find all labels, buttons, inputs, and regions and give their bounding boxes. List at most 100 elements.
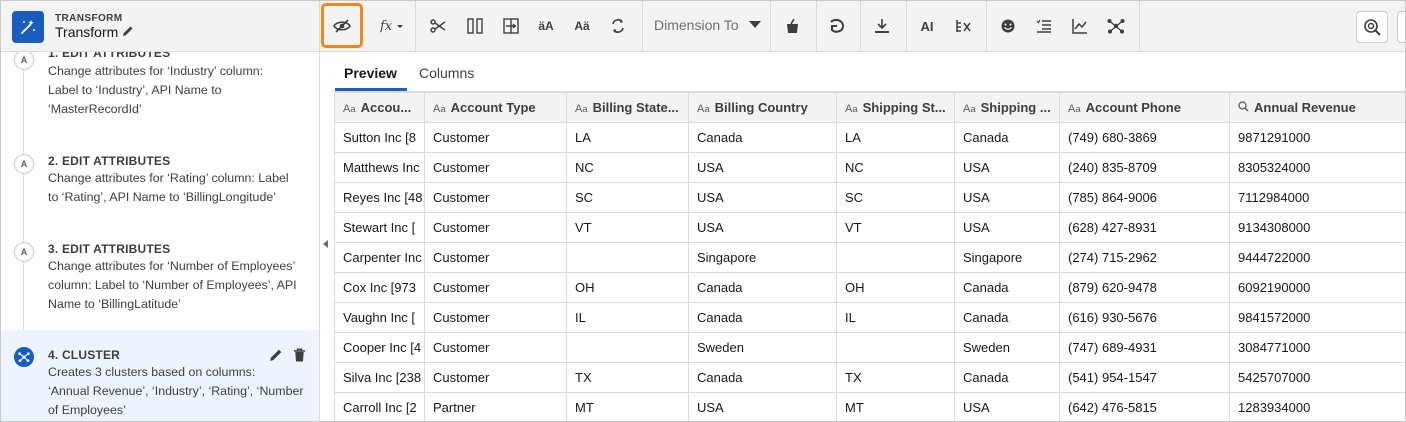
step-edit-attributes-2[interactable]: A 2. EDIT ATTRIBUTES Change attributes f…: [1, 144, 319, 216]
table-cell[interactable]: IL: [836, 302, 955, 333]
table-cell[interactable]: VT: [566, 212, 689, 243]
table-cell[interactable]: Customer: [424, 302, 567, 333]
table-cell[interactable]: Customer: [424, 212, 567, 243]
table-cell[interactable]: TX: [566, 362, 689, 393]
table-cell[interactable]: (642) 476-5815: [1059, 392, 1230, 421]
table-cell[interactable]: Customer: [424, 182, 567, 213]
formula-button[interactable]: fx: [378, 13, 406, 39]
table-cell[interactable]: USA: [688, 152, 837, 183]
predict-button[interactable]: [824, 13, 850, 39]
case-button[interactable]: Aä: [569, 13, 595, 39]
table-cell[interactable]: USA: [954, 152, 1060, 183]
edit-attributes-button[interactable]: AI: [914, 13, 940, 39]
table-cell[interactable]: IL: [566, 302, 689, 333]
table-cell[interactable]: 3084771000: [1229, 332, 1405, 363]
column-header[interactable]: Aa Account Type: [424, 92, 567, 123]
table-cell[interactable]: NC: [566, 152, 689, 183]
table-cell[interactable]: 9841572000: [1229, 302, 1405, 333]
table-cell[interactable]: Canada: [954, 272, 1060, 303]
table-cell[interactable]: Customer: [424, 362, 567, 393]
time-series-button[interactable]: [1031, 13, 1057, 39]
drop-columns-button[interactable]: [950, 13, 976, 39]
hide-button[interactable]: [321, 3, 363, 48]
table-cell[interactable]: OH: [836, 272, 955, 303]
column-header[interactable]: Aa Shipping ...: [954, 92, 1060, 123]
tab-columns[interactable]: Columns: [419, 65, 474, 81]
table-cell[interactable]: USA: [688, 212, 837, 243]
table-cell[interactable]: (785) 864-9006: [1059, 182, 1230, 213]
table-cell[interactable]: Canada: [688, 302, 837, 333]
split-button[interactable]: [425, 13, 451, 39]
table-cell[interactable]: Customer: [424, 122, 567, 153]
table-cell[interactable]: (240) 835-8709: [1059, 152, 1230, 183]
table-cell[interactable]: Canada: [688, 362, 837, 393]
table-cell[interactable]: [566, 242, 689, 273]
table-cell[interactable]: [566, 332, 689, 363]
column-header[interactable]: Aa Account Phone: [1059, 92, 1230, 123]
bucket-button[interactable]: [780, 13, 806, 39]
table-cell[interactable]: VT: [836, 212, 955, 243]
table-cell[interactable]: Partner: [424, 392, 567, 421]
table-cell[interactable]: Cox Inc [973: [334, 272, 425, 303]
table-cell[interactable]: Matthews Inc: [334, 152, 425, 183]
column-header[interactable]: Annual Revenue: [1229, 92, 1405, 123]
table-cell[interactable]: Sweden: [688, 332, 837, 363]
sentiment-button[interactable]: [995, 13, 1021, 39]
step-edit-attributes-3[interactable]: A 3. EDIT ATTRIBUTES Change attributes f…: [1, 232, 319, 322]
column-header[interactable]: Aa Billing State...: [566, 92, 689, 123]
replace-button[interactable]: [605, 13, 631, 39]
table-cell[interactable]: (628) 427-8931: [1059, 212, 1230, 243]
table-cell[interactable]: Customer: [424, 242, 567, 273]
table-cell[interactable]: [836, 242, 955, 273]
table-cell[interactable]: Canada: [954, 302, 1060, 333]
merge-button[interactable]: [498, 13, 524, 39]
table-cell[interactable]: 9134308000: [1229, 212, 1405, 243]
zoom-button[interactable]: [1356, 11, 1388, 43]
table-cell[interactable]: Customer: [424, 152, 567, 183]
table-cell[interactable]: (749) 680-3869: [1059, 122, 1230, 153]
table-cell[interactable]: (616) 930-5676: [1059, 302, 1230, 333]
table-cell[interactable]: Canada: [954, 362, 1060, 393]
step-cluster[interactable]: 4. CLUSTER Creates 3 clusters based on c…: [1, 330, 319, 421]
table-cell[interactable]: USA: [688, 392, 837, 421]
column-header[interactable]: Aa Shipping St...: [836, 92, 955, 123]
table-cell[interactable]: (879) 620-9478: [1059, 272, 1230, 303]
table-cell[interactable]: Canada: [688, 272, 837, 303]
table-cell[interactable]: Singapore: [954, 242, 1060, 273]
column-header[interactable]: Aa Billing Country: [688, 92, 837, 123]
table-cell[interactable]: Canada: [688, 122, 837, 153]
table-cell[interactable]: 1283934000: [1229, 392, 1405, 421]
forecast-button[interactable]: [1067, 13, 1093, 39]
lowercase-button[interactable]: äA: [533, 13, 559, 39]
column-header[interactable]: Aa Accou...: [334, 92, 425, 123]
dimension-to-dropdown[interactable]: Dimension To: [654, 17, 761, 33]
table-cell[interactable]: Cooper Inc [4: [334, 332, 425, 363]
table-cell[interactable]: 6092190000: [1229, 272, 1405, 303]
table-cell[interactable]: TX: [836, 362, 955, 393]
download-button[interactable]: [869, 13, 895, 39]
table-cell[interactable]: USA: [954, 212, 1060, 243]
table-cell[interactable]: 9871291000: [1229, 122, 1405, 153]
table-cell[interactable]: Reyes Inc [48: [334, 182, 425, 213]
table-cell[interactable]: USA: [954, 182, 1060, 213]
table-cell[interactable]: Carpenter Inc: [334, 242, 425, 273]
table-cell[interactable]: MT: [566, 392, 689, 421]
columns-button[interactable]: [462, 13, 488, 39]
table-cell[interactable]: 5425707000: [1229, 362, 1405, 393]
table-cell[interactable]: (541) 954-1547: [1059, 362, 1230, 393]
table-cell[interactable]: 9444722000: [1229, 242, 1405, 273]
table-cell[interactable]: (747) 689-4931: [1059, 332, 1230, 363]
table-cell[interactable]: LA: [836, 122, 955, 153]
tab-preview[interactable]: Preview: [344, 65, 397, 81]
table-cell[interactable]: 7112984000: [1229, 182, 1405, 213]
collapse-panel-arrow-icon[interactable]: [323, 240, 328, 248]
table-cell[interactable]: Vaughn Inc [: [334, 302, 425, 333]
table-cell[interactable]: Singapore: [688, 242, 837, 273]
table-cell[interactable]: Carroll Inc [2: [334, 392, 425, 421]
edit-title-pencil-icon[interactable]: [122, 25, 134, 40]
table-cell[interactable]: Stewart Inc [: [334, 212, 425, 243]
step-edit-attributes-1[interactable]: A 1. EDIT ATTRIBUTES Change attributes f…: [1, 52, 319, 132]
delete-step-trash-icon[interactable]: [293, 348, 306, 362]
table-cell[interactable]: Canada: [954, 122, 1060, 153]
table-cell[interactable]: 8305324000: [1229, 152, 1405, 183]
